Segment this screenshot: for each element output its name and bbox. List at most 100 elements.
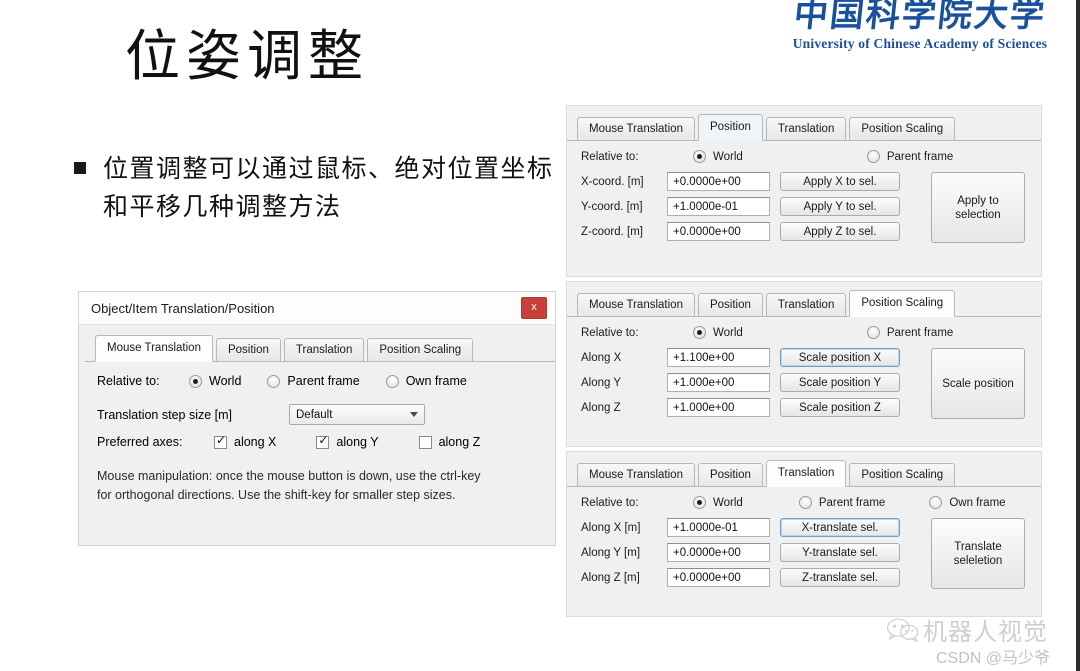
p3-translate-x-button[interactable]: X-translate sel.: [780, 518, 900, 537]
logo-english-name: University of Chinese Academy of Science…: [792, 36, 1048, 51]
relative-to-label: Relative to:: [97, 374, 160, 388]
p3-translate-selection-button[interactable]: Translate seleletion: [931, 518, 1025, 589]
p1-apply-x-button[interactable]: Apply X to sel.: [780, 172, 900, 191]
watermark-csdn: CSDN @马少爷: [936, 650, 1051, 667]
p3-translate-grid: Along X [m] +1.0000e-01 X-translate sel.…: [581, 518, 1031, 589]
p3-radio-own-frame[interactable]: [929, 496, 943, 509]
p3-relative-to-label: Relative to:: [581, 496, 639, 509]
p1-tab-mouse-translation[interactable]: Mouse Translation: [577, 117, 695, 141]
p1-input-y[interactable]: +1.0000e-01: [667, 197, 770, 216]
p2-input-x[interactable]: +1.100e+00: [667, 348, 770, 367]
p1-radio-parent-frame-label: Parent frame: [886, 150, 954, 163]
radio-world-label: World: [209, 374, 242, 388]
p2-input-z[interactable]: +1.000e+00: [667, 398, 770, 417]
watermark-text: 机器人视觉: [923, 618, 1048, 646]
dialog-body: Relative to: World Parent frame Own fram…: [79, 362, 555, 505]
p1-radio-parent-frame[interactable]: [866, 150, 880, 163]
p2-tab-mouse-translation[interactable]: Mouse Translation: [577, 293, 695, 317]
p1-apply-to-selection-button[interactable]: Apply to selection: [931, 172, 1025, 243]
tab-translation[interactable]: Translation: [283, 338, 365, 362]
checkbox-along-x[interactable]: [214, 434, 227, 449]
p3-translate-z-button[interactable]: Z-translate sel.: [780, 568, 900, 587]
step-size-row: Translation step size [m] Default: [97, 404, 539, 425]
p2-scale-grid: Along X +1.100e+00 Scale position X Alon…: [581, 348, 1031, 419]
watermark: 机器人视觉: [886, 612, 1048, 647]
p3-radio-parent-frame[interactable]: [798, 496, 812, 509]
p1-tab-position[interactable]: Position: [697, 114, 763, 141]
checkbox-along-y[interactable]: [316, 434, 330, 449]
p2-input-y[interactable]: +1.000e+00: [667, 373, 770, 392]
dialog-tabstrip: Mouse Translation Position Translation P…: [85, 335, 555, 362]
p1-tab-translation[interactable]: Translation: [765, 117, 847, 141]
radio-world[interactable]: [189, 374, 202, 388]
p2-tab-translation[interactable]: Translation: [765, 293, 847, 317]
p2-scale-position-button[interactable]: Scale position: [931, 348, 1025, 419]
radio-parent-frame[interactable]: [267, 374, 281, 388]
translation-position-dialog: Object/Item Translation/Position x Mouse…: [78, 291, 556, 546]
close-icon[interactable]: x: [521, 297, 547, 319]
checkbox-along-z[interactable]: [418, 435, 432, 449]
step-size-select[interactable]: Default: [289, 404, 425, 425]
slide-canvas: 中国科学院大学 University of Chinese Academy of…: [0, 0, 1080, 671]
position-scaling-panel: Mouse Translation Position Translation P…: [566, 281, 1042, 447]
tab-position-scaling[interactable]: Position Scaling: [367, 338, 474, 362]
checkbox-along-x-label: along X: [234, 435, 277, 449]
scaling-panel-body: Relative to: World Parent frame Along X …: [567, 317, 1041, 431]
mouse-manipulation-hint: Mouse manipulation: once the mouse butto…: [97, 467, 539, 505]
square-bullet-icon: [74, 162, 86, 174]
p3-tab-mouse-translation[interactable]: Mouse Translation: [577, 463, 695, 487]
hint-line-2: for orthogonal directions. Use the shift…: [97, 488, 456, 502]
p2-tab-position-scaling[interactable]: Position Scaling: [849, 290, 956, 317]
p1-tab-position-scaling[interactable]: Position Scaling: [849, 117, 956, 141]
position-panel-tabstrip: Mouse Translation Position Translation P…: [567, 114, 1041, 141]
dialog-title: Object/Item Translation/Position: [91, 300, 275, 316]
p3-relative-row: Relative to: World Parent frame Own fram…: [581, 496, 1031, 509]
scaling-panel-tabstrip: Mouse Translation Position Translation P…: [567, 290, 1041, 317]
p1-relative-row: Relative to: World Parent frame: [581, 150, 1031, 163]
p2-radio-world[interactable]: [693, 326, 706, 339]
p1-apply-z-button[interactable]: Apply Z to sel.: [780, 222, 900, 241]
p3-translate-y-button[interactable]: Y-translate sel.: [780, 543, 900, 562]
p3-input-z[interactable]: +0.0000e+00: [667, 568, 770, 587]
preferred-axes-row: Preferred axes: along X along Y along Z: [97, 434, 539, 450]
step-size-label: Translation step size [m]: [97, 407, 233, 422]
p2-scale-z-button[interactable]: Scale position Z: [780, 398, 900, 417]
p3-tab-position[interactable]: Position: [697, 463, 763, 487]
p1-coord-grid: X-coord. [m] +0.0000e+00 Apply X to sel.…: [581, 172, 1031, 243]
position-panel: Mouse Translation Position Translation P…: [566, 105, 1042, 277]
position-panel-body: Relative to: World Parent frame X-coord.…: [567, 141, 1041, 255]
p2-scale-x-button[interactable]: Scale position X: [780, 348, 900, 367]
p2-scale-y-button[interactable]: Scale position Y: [780, 373, 900, 392]
tab-mouse-translation[interactable]: Mouse Translation: [95, 335, 213, 362]
p1-label-y: Y-coord. [m]: [581, 200, 643, 213]
chevron-down-icon: [410, 412, 418, 417]
p3-label-x: Along X [m]: [581, 521, 641, 534]
p3-input-x[interactable]: +1.0000e-01: [667, 518, 770, 537]
checkbox-along-z-label: along Z: [438, 435, 481, 449]
p3-radio-own-frame-label: Own frame: [949, 496, 1006, 509]
p1-input-x[interactable]: +0.0000e+00: [667, 172, 770, 191]
ucas-logo: 中国科学院大学 University of Chinese Academy of…: [770, 0, 1070, 52]
p3-input-y[interactable]: +0.0000e+00: [667, 543, 770, 562]
tab-position[interactable]: Position: [215, 338, 281, 362]
p1-apply-y-button[interactable]: Apply Y to sel.: [780, 197, 900, 216]
p3-label-y: Along Y [m]: [581, 546, 641, 559]
p3-radio-world[interactable]: [693, 496, 706, 509]
p2-radio-world-label: World: [713, 326, 743, 339]
p1-label-z: Z-coord. [m]: [581, 225, 643, 238]
radio-own-frame[interactable]: [385, 374, 399, 388]
p3-tab-translation[interactable]: Translation: [765, 460, 847, 487]
p3-tab-position-scaling[interactable]: Position Scaling: [849, 463, 956, 487]
hint-line-1: Mouse manipulation: once the mouse butto…: [97, 469, 481, 483]
translation-panel-tabstrip: Mouse Translation Position Translation P…: [567, 460, 1041, 487]
p1-input-z[interactable]: +0.0000e+00: [667, 222, 770, 241]
p1-radio-world[interactable]: [693, 150, 706, 163]
logo-chinese-name: 中国科学院大学: [791, 0, 1049, 35]
wechat-icon: [886, 618, 919, 642]
p2-label-z: Along Z: [581, 401, 621, 414]
p2-tab-position[interactable]: Position: [697, 293, 763, 317]
p2-radio-parent-frame[interactable]: [866, 326, 880, 339]
radio-parent-frame-label: Parent frame: [287, 374, 360, 388]
page-title: 位姿调整: [125, 24, 370, 88]
p2-label-y: Along Y: [581, 376, 622, 389]
